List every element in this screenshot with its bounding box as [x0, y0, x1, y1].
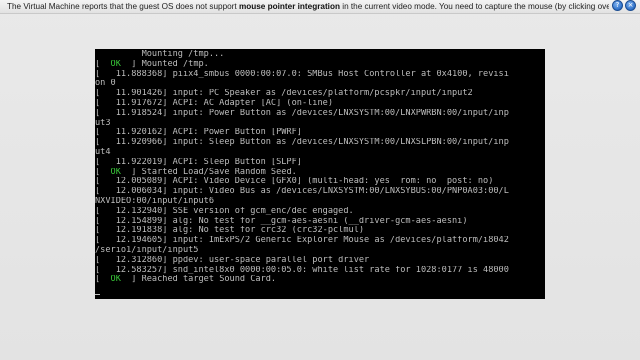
console-line-text: on 0 — [95, 79, 116, 89]
console-line-text: [ 11.888368] piix4_smbus 0000:00:07.0: S… — [95, 69, 509, 79]
console-line-text: [ 12.154899] alg: No test for __gcm-aes-… — [95, 216, 468, 226]
console-bracket-open: [ — [95, 59, 111, 69]
console-line-text: [ 11.920162] ACPI: Power Button [PWRF] — [95, 128, 302, 138]
console-line: [ 11.920966] input: Sleep Button as /dev… — [95, 138, 545, 148]
console-line-text: [ 11.917672] ACPI: AC Adapter [AC] (on-l… — [95, 98, 333, 108]
console-line: [ 11.917672] ACPI: AC Adapter [AC] (on-l… — [95, 99, 545, 109]
console-line: [ 12.191838] alg: No test for crc32 (crc… — [95, 226, 545, 236]
console-line: [ 12.132940] SSE version of gcm_enc/dec … — [95, 207, 545, 217]
status-ok-label: OK — [110, 275, 121, 285]
console-line: [ 11.922019] ACPI: Sleep Button [SLPF] — [95, 158, 545, 168]
notification-text-bold: mouse pointer integration — [238, 2, 340, 11]
console-line: [ OK ] Mounted /tmp. — [95, 60, 545, 70]
console-line: Mounting /tmp... — [95, 50, 545, 60]
console-line-text: ] Mounted /tmp. — [120, 59, 209, 69]
console-line-text: /serio1/input/input5 — [95, 245, 199, 255]
console-line: [ 11.901426] input: PC Speaker as /devic… — [95, 89, 545, 99]
console-line-text: [ 12.132940] SSE version of gcm_enc/dec … — [95, 206, 354, 216]
console-line-text: [ 12.194605] input: ImExPS/2 Generic Exp… — [95, 236, 509, 246]
console-line: on 0 — [95, 79, 545, 89]
vm-display[interactable]: Mounting /tmp...[ OK ] Mounted /tmp.[ 11… — [95, 49, 545, 299]
console-line: [ 12.005089] ACPI: Video Device [GFX0] (… — [95, 177, 545, 187]
notification-text-end: in the current video mode. You need to c… — [342, 2, 609, 11]
console-line-text: [ 11.918524] input: Power Button as /dev… — [95, 108, 509, 118]
console-line-text: [ 11.920966] input: Sleep Button as /dev… — [95, 138, 509, 148]
console-output: Mounting /tmp...[ OK ] Mounted /tmp.[ 11… — [95, 50, 545, 295]
notification-message: The Virtual Machine reports that the gue… — [7, 1, 609, 12]
console-line: [ OK ] Reached target Sound Card. — [95, 275, 545, 285]
console-line-text: [ 12.006034] input: Video Bus as /device… — [95, 187, 509, 197]
console-line: [ 11.888368] piix4_smbus 0000:00:07.0: S… — [95, 70, 545, 80]
console-line: [ 12.583257] snd_intel8x0 0000:00:05.0: … — [95, 266, 545, 276]
text-cursor — [95, 293, 100, 295]
status-ok-label: OK — [110, 167, 121, 177]
console-line: [ 12.006034] input: Video Bus as /device… — [95, 187, 545, 197]
console-line-text: [ 12.583257] snd_intel8x0 0000:00:05.0: … — [95, 265, 509, 275]
console-bracket-open: [ — [95, 275, 111, 285]
console-line-text: [ 12.191838] alg: No test for crc32 (crc… — [95, 226, 365, 236]
console-line-text: [ 12.005089] ACPI: Video Device [GFX0] (… — [95, 177, 494, 187]
console-line: [ 12.312860] ppdev: user-space parallel … — [95, 256, 545, 266]
help-icon[interactable]: ? — [612, 0, 623, 11]
console-line: ut4 — [95, 148, 545, 158]
notification-bar: The Virtual Machine reports that the gue… — [0, 0, 640, 14]
console-line-text: ] Started Load/Save Random Seed. — [120, 167, 297, 177]
status-ok-label: OK — [110, 59, 121, 69]
console-line: [ 11.920162] ACPI: Power Button [PWRF] — [95, 128, 545, 138]
console-line-text: [ 11.901426] input: PC Speaker as /devic… — [95, 89, 473, 99]
vm-window: The Virtual Machine reports that the gue… — [0, 0, 640, 360]
console-line-text: ut3 — [95, 118, 111, 128]
console-line: /serio1/input/input5 — [95, 246, 545, 256]
console-line: [ 12.154899] alg: No test for __gcm-aes-… — [95, 217, 545, 227]
console-line: [ 12.194605] input: ImExPS/2 Generic Exp… — [95, 236, 545, 246]
console-line: [ 11.918524] input: Power Button as /dev… — [95, 109, 545, 119]
console-prompt-line — [95, 285, 545, 295]
console-line: [ OK ] Started Load/Save Random Seed. — [95, 168, 545, 178]
console-line-text: ut4 — [95, 147, 111, 157]
console-line: NXVIDEO:00/input/input6 — [95, 197, 545, 207]
console-bracket-open: [ — [95, 167, 111, 177]
console-line-text: ] Reached target Sound Card. — [120, 275, 277, 285]
close-icon[interactable]: × — [625, 0, 636, 11]
console-line-text: [ 11.922019] ACPI: Sleep Button [SLPF] — [95, 157, 302, 167]
console-line: ut3 — [95, 119, 545, 129]
notification-text-start: The Virtual Machine reports that the gue… — [7, 2, 239, 11]
console-line-text: Mounting /tmp... — [95, 50, 225, 59]
console-line-text: NXVIDEO:00/input/input6 — [95, 196, 214, 206]
console-line-text: [ 12.312860] ppdev: user-space parallel … — [95, 255, 370, 265]
